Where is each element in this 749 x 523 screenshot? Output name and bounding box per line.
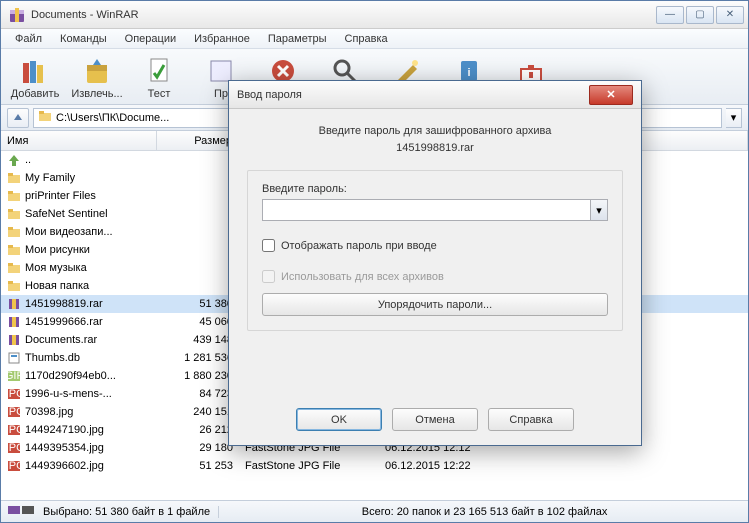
svg-text:i: i <box>467 67 470 79</box>
status-selected: Выбрано: 51 380 байт в 1 файле <box>43 506 219 518</box>
dialog-message: Введите пароль для зашифрованного архива… <box>247 123 623 156</box>
system-buttons: — ▢ ✕ <box>656 6 744 24</box>
file-row[interactable]: JPG1449396602.jpg51 253FastStone JPG Fil… <box>1 457 748 475</box>
menu-options[interactable]: Параметры <box>260 31 335 47</box>
jpg-icon: JPG <box>7 441 21 455</box>
menu-commands[interactable]: Команды <box>52 31 115 47</box>
menu-help[interactable]: Справка <box>337 31 396 47</box>
menubar: Файл Команды Операции Избранное Параметр… <box>1 29 748 49</box>
folder-icon <box>7 243 21 257</box>
folder-icon <box>7 279 21 293</box>
db-icon <box>7 351 21 365</box>
dialog-footer: OK Отмена Справка <box>229 398 641 445</box>
dialog-close-button[interactable]: ✕ <box>589 85 633 105</box>
use-all-checkbox: Использовать для всех архивов <box>262 270 608 283</box>
dialog-titlebar: Ввод пароля ✕ <box>229 81 641 109</box>
statusbar: Выбрано: 51 380 байт в 1 файле Всего: 20… <box>1 500 748 522</box>
app-icon <box>9 7 25 23</box>
show-password-checkbox[interactable]: Отображать пароль при вводе <box>262 239 608 252</box>
folder-icon <box>38 109 52 126</box>
svg-text:GIF: GIF <box>7 370 21 382</box>
jpg-icon: JPG <box>7 405 21 419</box>
ok-button[interactable]: OK <box>296 408 382 431</box>
svg-text:JPG: JPG <box>7 406 21 418</box>
help-button[interactable]: Справка <box>488 408 574 431</box>
svg-text:JPG: JPG <box>7 442 21 454</box>
menu-operations[interactable]: Операции <box>117 31 184 47</box>
menu-favorites[interactable]: Избранное <box>186 31 258 47</box>
status-total: Всего: 20 папок и 23 165 513 байт в 102 … <box>227 506 742 518</box>
folder-icon <box>7 261 21 275</box>
window-title: Documents - WinRAR <box>31 9 656 21</box>
password-group: Введите пароль: ▾ Отображать пароль при … <box>247 170 623 331</box>
svg-text:JPG: JPG <box>7 424 21 436</box>
jpg-icon: JPG <box>7 459 21 473</box>
titlebar: Documents - WinRAR — ▢ ✕ <box>1 1 748 29</box>
books-icon <box>19 55 51 87</box>
folder-icon <box>7 171 21 185</box>
organize-passwords-button[interactable]: Упорядочить пароли... <box>262 293 608 316</box>
folder-icon <box>7 189 21 203</box>
folder-icon <box>7 225 21 239</box>
status-icon <box>7 503 35 520</box>
toolbar-test[interactable]: Тест <box>131 52 187 102</box>
toolbar-add[interactable]: Добавить <box>7 52 63 102</box>
password-label: Введите пароль: <box>262 183 608 195</box>
svg-text:JPG: JPG <box>7 388 21 400</box>
menu-file[interactable]: Файл <box>7 31 50 47</box>
password-dropdown[interactable]: ▾ <box>590 200 607 220</box>
cancel-button[interactable]: Отмена <box>392 408 478 431</box>
path-text: C:\Users\ПК\Docume... <box>56 112 169 124</box>
nav-up-button[interactable] <box>7 108 29 128</box>
jpg-icon: JPG <box>7 387 21 401</box>
rar-icon <box>7 297 21 311</box>
password-dialog: Ввод пароля ✕ Введите пароль для зашифро… <box>228 80 642 446</box>
password-input[interactable]: ▾ <box>262 199 608 221</box>
up-icon <box>7 153 21 167</box>
close-button[interactable]: ✕ <box>716 6 744 24</box>
folder-icon <box>7 207 21 221</box>
column-size[interactable]: Размер <box>157 131 239 150</box>
rar-icon <box>7 315 21 329</box>
toolbar-extract[interactable]: Извлечь... <box>69 52 125 102</box>
minimize-button[interactable]: — <box>656 6 684 24</box>
jpg-icon: JPG <box>7 423 21 437</box>
svg-text:JPG: JPG <box>7 460 21 472</box>
gif-icon: GIF <box>7 369 21 383</box>
test-icon <box>143 55 175 87</box>
dialog-title: Ввод пароля <box>237 89 589 101</box>
path-dropdown[interactable]: ▾ <box>726 108 742 128</box>
extract-icon <box>81 55 113 87</box>
maximize-button[interactable]: ▢ <box>686 6 714 24</box>
password-field[interactable] <box>263 200 590 220</box>
rar-icon <box>7 333 21 347</box>
column-name[interactable]: Имя <box>1 131 157 150</box>
